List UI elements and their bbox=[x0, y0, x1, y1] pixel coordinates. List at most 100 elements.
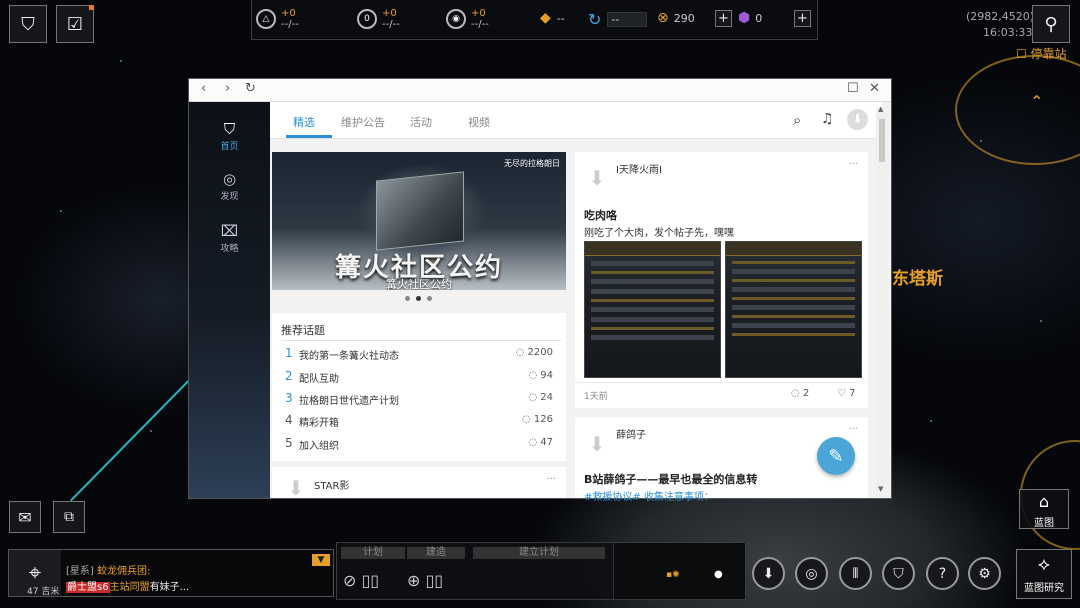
add-currency-button[interactable]: + bbox=[715, 10, 732, 27]
topic-row[interactable]: 2 配队互助 ◌ 94 bbox=[281, 369, 561, 389]
forward-arrow-icon[interactable]: › bbox=[225, 81, 230, 96]
post-author: I天降火雨I bbox=[616, 165, 662, 176]
download-icon[interactable]: ⬇ bbox=[847, 109, 868, 130]
content-scrollbar[interactable]: ▲ ▼ bbox=[876, 105, 888, 497]
premium-indicator: ⬢ 0 bbox=[738, 10, 785, 26]
topic-number: 2 bbox=[285, 369, 293, 383]
build-slot-icon[interactable]: ⊕ ▯▯ bbox=[407, 571, 443, 590]
window-toggle-button[interactable]: ⧉ bbox=[53, 501, 85, 533]
minimap[interactable]: ▪✺ ● bbox=[613, 543, 745, 599]
map-pin-button[interactable]: ⚲ bbox=[1032, 5, 1070, 43]
tab-videos[interactable]: 视频 bbox=[468, 114, 490, 130]
compose-post-button[interactable]: ✎ bbox=[817, 437, 855, 475]
topic-row[interactable]: 3 拉格朗日世代遗产计划 ◌ 24 bbox=[281, 391, 561, 411]
topic-title: 拉格朗日世代遗产计划 bbox=[299, 396, 399, 407]
scroll-thumb[interactable] bbox=[879, 119, 885, 162]
post-body: 刚吃了个大肉，发个帖子先，嘿嘿 bbox=[584, 228, 734, 239]
alliance-button[interactable]: ⛉ bbox=[882, 557, 915, 590]
minimap-dot-icon: ● bbox=[714, 569, 723, 580]
fuel-indicator[interactable]: ◆ -- bbox=[540, 10, 565, 26]
nav-item-guide[interactable]: ⌧ 攻略 bbox=[189, 222, 270, 254]
topic-number: 3 bbox=[285, 391, 293, 405]
back-arrow-icon[interactable]: ‹ bbox=[201, 81, 206, 96]
refresh-indicator[interactable]: ↻ -- bbox=[588, 10, 648, 29]
fleet-button[interactable]: ⫴ bbox=[839, 557, 872, 590]
post-screenshot[interactable] bbox=[584, 241, 721, 378]
carousel-dot[interactable] bbox=[405, 296, 410, 301]
carousel-dot[interactable] bbox=[427, 296, 432, 301]
carousel-dot-active[interactable] bbox=[416, 296, 421, 301]
premium-gem-icon: ⬢ bbox=[738, 10, 751, 26]
content-tabs: 精选 维护公告 活动 视频 ⌕ ♫ ⬇ bbox=[270, 102, 882, 139]
comment-icon: ◌ bbox=[528, 437, 538, 448]
topic-count: 126 bbox=[533, 414, 553, 425]
galaxy-button[interactable]: ◎ bbox=[795, 557, 828, 590]
create-plan-button[interactable]: 建立计划 bbox=[473, 547, 605, 559]
post-card[interactable]: ⬇ I天降火雨I ··· 吃肉咯 刚吃了个大肉，发个帖子先，嘿嘿 1天前 ◌ 2… bbox=[575, 152, 868, 408]
resource-crystal[interactable]: 0 +0 --/-- bbox=[357, 8, 400, 30]
post-card[interactable]: ⬇ STAR影 ··· bbox=[272, 467, 566, 500]
search-icon[interactable]: ⌕ bbox=[793, 111, 801, 129]
comment-icon: ◌ bbox=[515, 347, 525, 358]
tab-maintenance[interactable]: 维护公告 bbox=[341, 114, 385, 130]
scroll-up-icon[interactable]: ▲ bbox=[878, 105, 883, 113]
mail-button[interactable]: ✉ bbox=[9, 501, 41, 533]
like-count: 7 bbox=[849, 388, 856, 399]
capsule-icon: 0 bbox=[357, 9, 377, 29]
post-screenshot[interactable] bbox=[725, 241, 862, 378]
star bbox=[930, 420, 932, 422]
recommended-topics: 推荐话题 1 我的第一条篝火社动态 ◌ 2200 2 配队互助 ◌ 94 3 拉… bbox=[272, 313, 566, 461]
resource-metal[interactable]: △ +0 --/-- bbox=[256, 8, 299, 30]
tasks-button[interactable]: ☑ bbox=[56, 5, 94, 43]
faction-logo-button[interactable]: ⛉ bbox=[9, 5, 47, 43]
bell-icon[interactable]: ♫ bbox=[821, 111, 834, 127]
resource-deuterium[interactable]: ◉ +0 --/-- bbox=[446, 8, 489, 30]
chat-line: 爵士盟s6主站同盟有妹子... bbox=[66, 578, 189, 593]
reload-icon[interactable]: ↻ bbox=[245, 81, 256, 96]
comment-icon: ◌ bbox=[528, 370, 538, 381]
maximize-icon[interactable]: ☐ bbox=[847, 81, 859, 96]
like-button[interactable]: ♡ 7 bbox=[837, 388, 856, 399]
tab-featured[interactable]: 精选 bbox=[293, 114, 315, 130]
build-tab[interactable]: 建造 bbox=[407, 547, 465, 559]
close-icon[interactable]: ✕ bbox=[869, 81, 880, 96]
resource-delta: +0 bbox=[281, 8, 296, 19]
dock-station-link[interactable]: ☐ 停靠站 bbox=[1016, 45, 1067, 62]
ship-marker-icon[interactable]: ⌃ bbox=[1030, 92, 1043, 111]
comment-button[interactable]: ◌ 2 bbox=[791, 388, 809, 399]
resource-value: --/-- bbox=[281, 19, 299, 30]
more-icon[interactable]: ··· bbox=[546, 474, 556, 485]
post-title: B站薛鸽子——最早也最全的信息转 bbox=[584, 473, 758, 486]
settings-button[interactable]: ⚙ bbox=[968, 557, 1001, 590]
help-button[interactable]: ? bbox=[926, 557, 959, 590]
topic-count: 24 bbox=[540, 392, 553, 403]
tab-events[interactable]: 活动 bbox=[410, 114, 432, 130]
scroll-down-icon[interactable]: ▼ bbox=[878, 485, 883, 493]
topic-row[interactable]: 4 精彩开箱 ◌ 126 bbox=[281, 413, 561, 433]
more-icon[interactable]: ··· bbox=[848, 159, 858, 170]
add-premium-button[interactable]: + bbox=[794, 10, 811, 27]
more-icon[interactable]: ··· bbox=[848, 424, 858, 435]
clock: 16:03:33 bbox=[983, 26, 1033, 39]
resource-value: --/-- bbox=[382, 19, 400, 30]
topic-row[interactable]: 1 我的第一条篝火社动态 ◌ 2200 bbox=[281, 346, 561, 366]
nav-item-home[interactable]: ⛉ 首页 bbox=[189, 120, 270, 152]
resource-value: --/-- bbox=[471, 19, 489, 30]
divider bbox=[281, 340, 561, 341]
spiral-icon: ◎ bbox=[222, 170, 237, 188]
plan-slot-icon[interactable]: ⊘ ▯▯ bbox=[343, 571, 379, 590]
topic-row[interactable]: 5 加入组织 ◌ 47 bbox=[281, 436, 561, 456]
chat-channel: [星系] bbox=[66, 566, 94, 577]
chat-panel[interactable]: ⌖ 47 吉米 [星系] 蛟龙佣兵团: 爵士盟s6主站同盟有妹子... ▼ bbox=[8, 549, 334, 597]
plan-tab[interactable]: 计划 bbox=[341, 547, 405, 559]
topic-title: 精彩开箱 bbox=[299, 418, 339, 429]
blueprint-button[interactable]: ⌂ 蓝图 bbox=[1019, 489, 1069, 529]
planet-label[interactable]: 东塔斯 bbox=[892, 264, 943, 289]
star bbox=[150, 430, 152, 432]
nav-item-discover[interactable]: ◎ 发现 bbox=[189, 170, 270, 202]
download-action-button[interactable]: ⬇ bbox=[752, 557, 785, 590]
blueprint-research-button[interactable]: ⟡ 蓝图研究 bbox=[1016, 549, 1072, 599]
chat-expand-icon[interactable]: ▼ bbox=[312, 554, 330, 566]
dock-label: 停靠站 bbox=[1030, 47, 1067, 61]
featured-banner[interactable]: 无尽的拉格朗日 篝火社区公约 篝火社区公约 bbox=[272, 152, 566, 290]
